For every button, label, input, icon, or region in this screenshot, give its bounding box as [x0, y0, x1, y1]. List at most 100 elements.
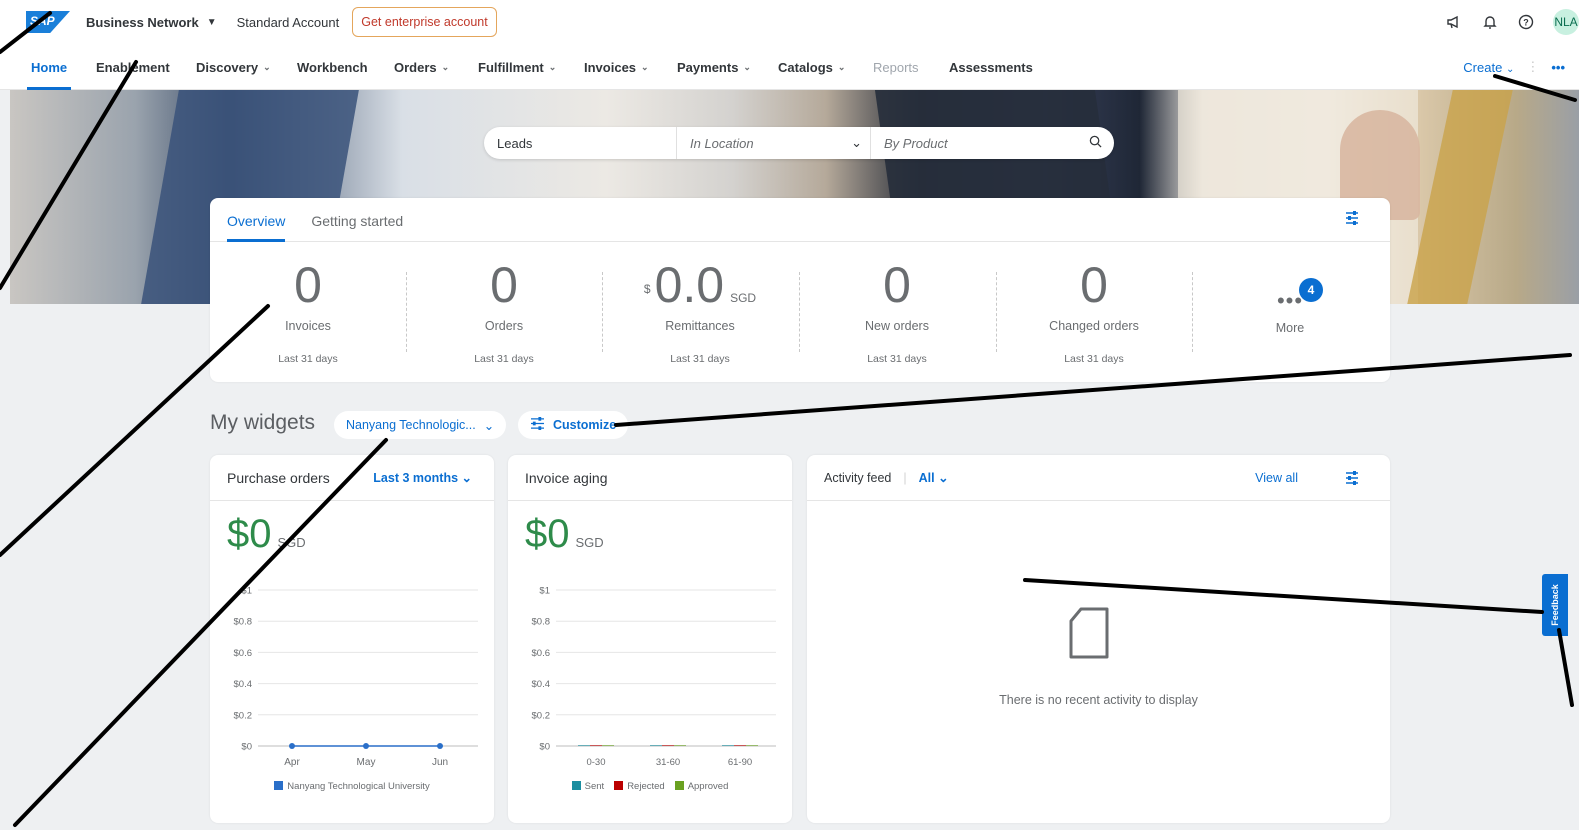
account-type: Standard Account — [236, 14, 340, 30]
legend-swatch — [614, 781, 624, 790]
customize-label: Customize — [553, 418, 617, 432]
create-menu[interactable]: Create ⌄ — [1463, 60, 1514, 75]
chevron-down-icon: ⌄ — [851, 135, 862, 150]
enterprise-account-button[interactable]: Get enterprise account — [352, 7, 497, 37]
nav-label: Orders — [394, 59, 437, 75]
nav-catalogs[interactable]: Catalogs ⌄ — [778, 44, 845, 90]
tile-more[interactable]: ••• More — [1192, 242, 1388, 382]
tile-new-orders[interactable]: 0 New orders Last 31 days — [799, 242, 995, 382]
invoice-aging-widget: Invoice aging $0 SGD $0 $0.2 $0.4 $0.6 $0.8 $1… — [508, 455, 792, 823]
card-title: Invoice aging — [525, 469, 608, 486]
nav-label: Workbench — [297, 59, 368, 75]
help-icon[interactable]: ? — [1517, 13, 1535, 31]
org-select-value: Nanyang Technologic... — [346, 418, 476, 432]
y-tick-label: $1 — [539, 586, 550, 597]
nav-payments[interactable]: Payments ⌄ — [677, 44, 751, 90]
amount-unit: SGD — [575, 535, 604, 550]
legend-label: Nanyang Technological University — [287, 781, 430, 792]
feedback-tab[interactable]: Feedback — [1542, 574, 1568, 636]
megaphone-icon[interactable] — [1445, 13, 1463, 31]
y-tick-label: $0.6 — [234, 648, 253, 659]
leads-select[interactable]: Leads — [484, 127, 677, 159]
purchase-orders-widget: Purchase orders Last 3 months ⌄ $0 SGD $0… — [210, 455, 494, 823]
nav-enablement[interactable]: Enablement — [96, 44, 170, 90]
range-select[interactable]: Last 3 months ⌄ — [373, 470, 472, 485]
tile-changed-orders[interactable]: 0 Changed orders Last 31 days — [996, 242, 1192, 382]
location-placeholder: In Location — [690, 135, 754, 151]
activity-filter[interactable]: All ⌄ — [919, 470, 949, 485]
sap-logo[interactable]: SAP — [26, 11, 70, 33]
chevron-down-icon: ⌄ — [263, 61, 271, 72]
nav-label: Reports — [873, 59, 919, 75]
tile-orders[interactable]: 0 Orders Last 31 days — [406, 242, 602, 382]
y-tick-label: $0.2 — [234, 710, 253, 721]
tile-period: Last 31 days — [1064, 353, 1124, 365]
main-nav: Home Enablement Discovery ⌄ Workbench Ord… — [0, 44, 1579, 90]
legend-item: Nanyang Technological University — [274, 781, 430, 792]
legend-label: Sent — [584, 781, 605, 792]
user-avatar[interactable]: NLA — [1553, 9, 1579, 35]
view-all-link[interactable]: View all — [1255, 471, 1298, 485]
org-select[interactable]: Nanyang Technologic... ⌄ — [334, 411, 507, 439]
card-header: Activity feed | All ⌄ View all — [807, 455, 1390, 501]
location-input[interactable]: In Location ⌄ — [677, 127, 871, 159]
logo-text: SAP — [30, 14, 55, 28]
tile-period: Last 31 days — [670, 353, 730, 365]
legend-label: Rejected — [627, 781, 665, 792]
hero-shape — [1407, 90, 1513, 304]
amount-unit: SGD — [277, 535, 306, 550]
widgets-title: My widgets — [210, 411, 316, 434]
bell-icon[interactable] — [1481, 13, 1499, 31]
y-tick-label: $0.6 — [532, 648, 551, 659]
amount-value: $0 — [525, 512, 570, 556]
po-amount: $0 SGD — [227, 512, 306, 557]
tile-period: Last 31 days — [474, 353, 534, 365]
y-tick-label: $0.8 — [234, 617, 253, 628]
legend-item: Approved — [674, 781, 729, 792]
bar — [722, 745, 734, 746]
tile-value: 0 — [490, 257, 518, 313]
tile-remittances[interactable]: $0.0 SGD Remittances Last 31 days — [602, 242, 798, 382]
overview-card: Overview Getting started 0 Invoices Last… — [210, 198, 1390, 382]
legend-swatch — [571, 781, 581, 790]
currency-symbol: $ — [643, 282, 651, 296]
customize-button[interactable]: Customize — [518, 411, 629, 439]
bar — [650, 745, 662, 746]
chevron-down-icon: ⌄ — [837, 61, 846, 72]
activity-feed-widget: Activity feed | All ⌄ View all There is … — [807, 455, 1390, 823]
data-point — [437, 743, 443, 749]
chevron-down-icon: ⌄ — [548, 61, 557, 72]
bar — [602, 745, 614, 746]
separator: ⋮ — [1526, 59, 1540, 74]
x-tick-label: Apr — [284, 757, 300, 768]
x-tick-label: 31-60 — [656, 757, 680, 768]
tile-invoices[interactable]: 0 Invoices Last 31 days — [210, 242, 406, 382]
nav-orders[interactable]: Orders ⌄ — [394, 44, 449, 90]
caret-down-icon: ▼ — [206, 16, 217, 28]
tab-overview[interactable]: Overview — [227, 213, 286, 242]
legend-swatch — [674, 781, 684, 790]
y-tick-label: $0.8 — [532, 617, 551, 628]
nav-invoices[interactable]: Invoices ⌄ — [584, 44, 649, 90]
product-input[interactable]: By Product — [871, 127, 1114, 159]
legend-label: Approved — [687, 781, 729, 792]
nav-workbench[interactable]: Workbench — [297, 44, 368, 90]
nav-assessments[interactable]: Assessments — [949, 44, 1033, 90]
search-icon[interactable] — [1089, 135, 1102, 151]
tab-getting-started[interactable]: Getting started — [311, 213, 403, 241]
tile-period: Last 31 days — [867, 353, 927, 365]
nav-discovery[interactable]: Discovery ⌄ — [196, 44, 271, 90]
legend-item: Rejected — [614, 781, 665, 792]
app-switcher[interactable]: Business Network ▼ — [86, 15, 217, 30]
settings-sliders-icon[interactable] — [1344, 210, 1360, 231]
currency-unit: SGD — [730, 291, 757, 305]
nav-fulfillment[interactable]: Fulfillment ⌄ — [478, 44, 556, 90]
overflow-icon[interactable]: ••• — [1551, 60, 1565, 75]
settings-sliders-icon[interactable] — [1344, 470, 1360, 489]
tile-label: Invoices — [285, 319, 331, 333]
overview-tabs: Overview Getting started — [210, 198, 1390, 242]
shell-bar: SAP Business Network ▼ Standard Account … — [0, 0, 1579, 44]
chevron-down-icon: ⌄ — [483, 418, 495, 433]
tile-label: Remittances — [665, 319, 735, 333]
nav-home[interactable]: Home — [26, 44, 72, 90]
